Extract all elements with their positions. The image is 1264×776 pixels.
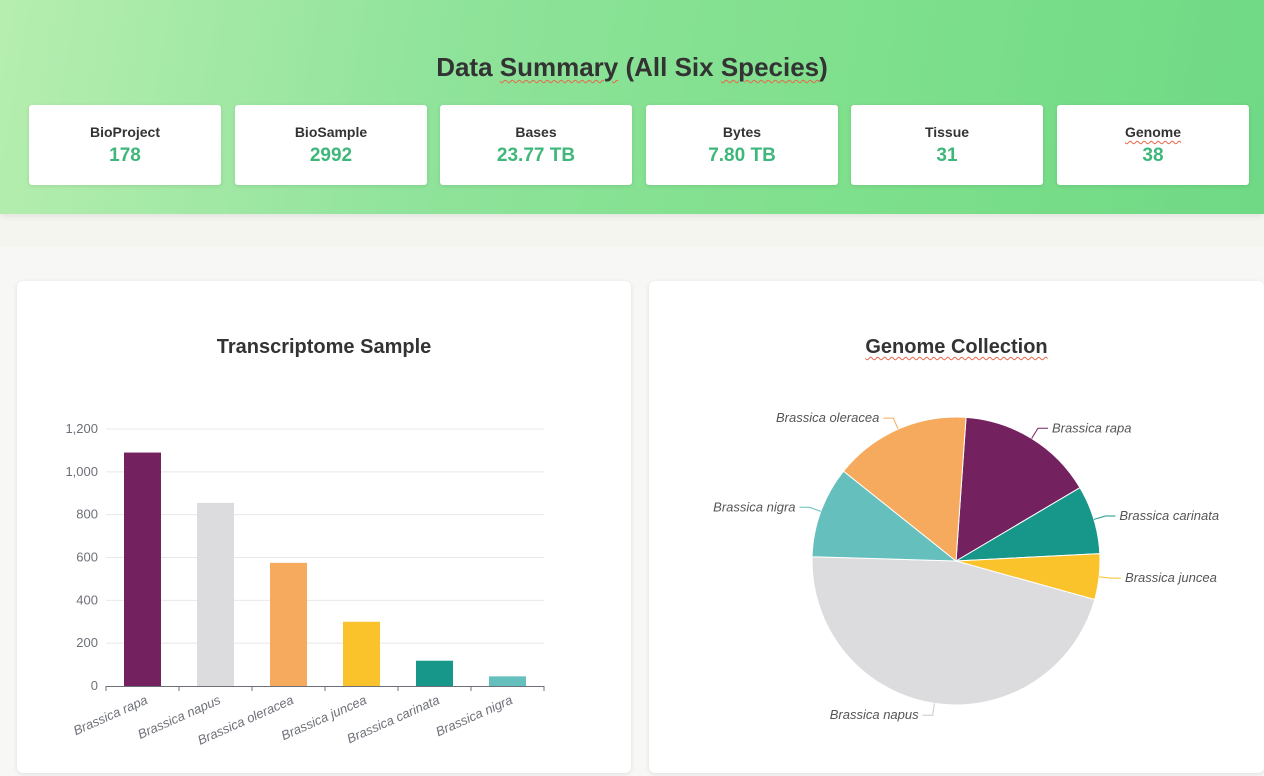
bar — [343, 621, 380, 686]
page-title: Data Summary (All Six Species) — [0, 52, 1264, 83]
y-tick-label: 800 — [76, 507, 98, 522]
y-tick-label: 600 — [76, 550, 98, 565]
stat-label: Bytes — [722, 124, 762, 140]
stat-value: 7.80 TB — [708, 145, 776, 166]
stat-value: 2992 — [309, 145, 353, 166]
y-tick-label: 0 — [91, 678, 98, 693]
stat-card-bases: Bases 23.77 TB — [440, 105, 632, 185]
bar — [197, 502, 234, 686]
y-tick-label: 1,000 — [65, 464, 98, 479]
genome-pie-chart: Brassica rapa Brassica carinata Brassica j… — [713, 410, 1219, 722]
y-tick-label: 1,200 — [65, 421, 98, 436]
stat-value: 178 — [109, 145, 141, 166]
stat-label: BioSample — [294, 124, 368, 140]
stat-card-biosample: BioSample 2992 — [235, 105, 427, 185]
stat-label: Genome — [1057, 124, 1249, 140]
title-text: Data — [436, 52, 500, 82]
pie-label: Brassica oleracea — [776, 410, 879, 425]
pie-label-line — [883, 417, 899, 430]
stat-label-text: Genome — [1124, 124, 1181, 140]
stat-label: Bases — [515, 124, 557, 140]
title-text: ) — [819, 52, 828, 82]
stat-card-genome: Genome 38 — [1057, 105, 1249, 185]
summary-banner: Data Summary (All Six Species) BioProjec… — [0, 0, 1264, 214]
bar — [489, 676, 526, 686]
transcriptome-chart-card: Transcriptome Sample 0 200 400 600 800 1,000 1… — [17, 281, 631, 773]
stat-value: 38 — [1142, 145, 1164, 166]
pie-label-line — [922, 703, 935, 716]
bar — [270, 562, 307, 686]
pie-label: Brassica rapa — [1052, 420, 1131, 435]
y-tick-label: 400 — [76, 592, 98, 607]
stat-label: Tissue — [924, 124, 970, 140]
pie-label: Brassica napus — [830, 707, 919, 722]
pie-label-line — [1031, 427, 1048, 439]
stat-value: 31 — [936, 145, 958, 166]
stat-card-bytes: Bytes 7.80 TB — [646, 105, 838, 185]
pie-label: Brassica juncea — [1125, 570, 1217, 585]
pie-label: Brassica nigra — [713, 499, 795, 514]
stat-label: BioProject — [89, 124, 160, 140]
stat-card-bioproject: BioProject 178 — [29, 105, 221, 185]
x-tick-label: Brassica nigra — [433, 692, 514, 739]
pie-label-line — [1093, 515, 1116, 520]
title-text: Species — [720, 52, 820, 82]
y-tick-label: 200 — [76, 635, 98, 650]
pie-label-line — [1099, 576, 1122, 579]
transcriptome-bar-chart: 02004006008001,0001,200Brassica rapaBras… — [65, 421, 545, 748]
title-text: (All Six — [618, 52, 721, 82]
bar — [124, 452, 161, 686]
stat-card-tissue: Tissue 31 — [851, 105, 1043, 185]
pie-label: Brassica carinata — [1119, 508, 1219, 523]
genome-chart-card: Genome Collection Brassica rapa Brassica … — [649, 281, 1264, 773]
pie-label-line — [799, 506, 821, 512]
bar — [416, 660, 453, 686]
title-text: Summary — [499, 52, 619, 82]
stat-value: 23.77 TB — [496, 145, 576, 166]
